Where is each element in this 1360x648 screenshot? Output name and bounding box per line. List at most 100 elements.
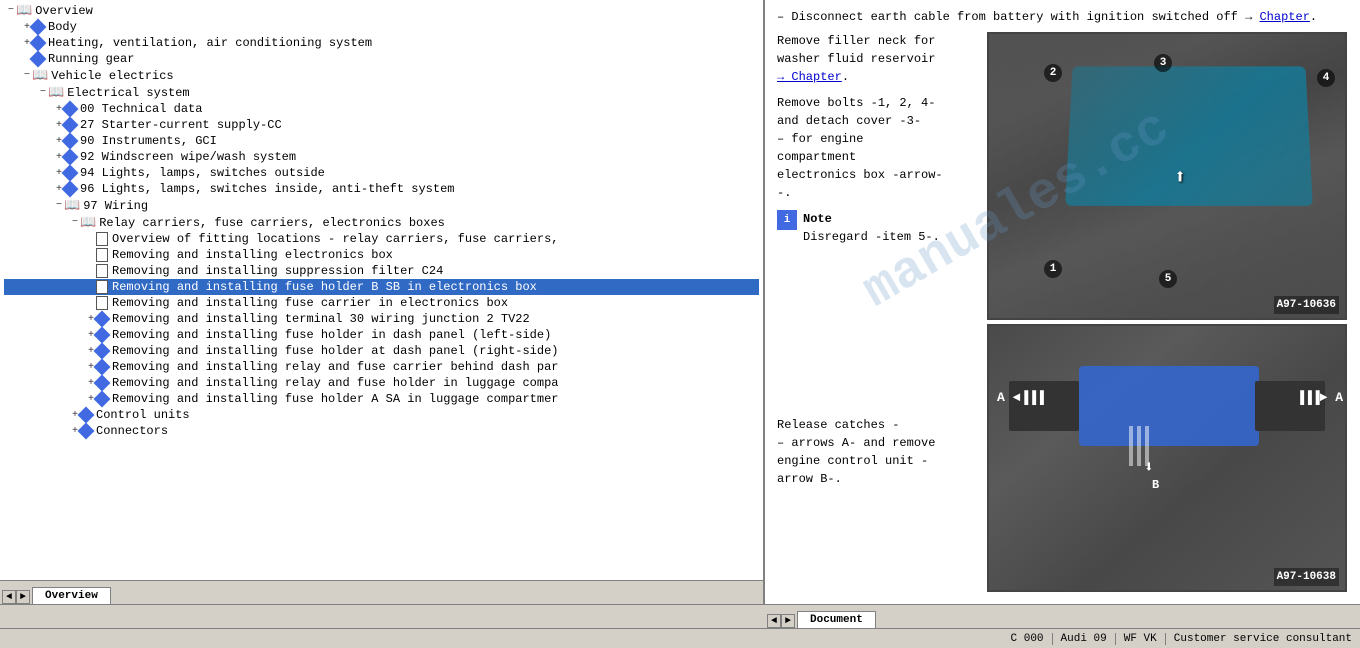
tree-label: Removing and installing electronics box xyxy=(112,248,393,262)
expand-icon xyxy=(88,250,94,261)
right-nav-left[interactable]: ◄ xyxy=(767,614,781,628)
step-release: Release catches -– arrows A- and removee… xyxy=(777,416,977,488)
tree-item-suppression-filter[interactable]: Removing and installing suppression filt… xyxy=(4,263,759,279)
tree-item-relay-behind-dash[interactable]: + Removing and installing relay and fuse… xyxy=(4,359,759,375)
tree-label: Running gear xyxy=(48,52,134,66)
tree-item-overview[interactable]: − 📖 Overview xyxy=(4,2,759,19)
content-images-row: Remove filler neck forwasher fluid reser… xyxy=(777,32,1348,592)
tree-label: Overview of fitting locations - relay ca… xyxy=(112,232,558,246)
expand-icon: − xyxy=(56,200,62,211)
step-filler-text: Remove filler neck forwasher fluid reser… xyxy=(777,34,935,66)
num-label-2: 2 xyxy=(1044,64,1062,82)
tree-item-terminal-30[interactable]: + Removing and installing terminal 30 wi… xyxy=(4,311,759,327)
tree-label: 92 Windscreen wipe/wash system xyxy=(80,150,296,164)
num-label-3: 3 xyxy=(1154,54,1172,72)
diamond-icon xyxy=(78,407,95,424)
diamond-icon xyxy=(94,359,111,376)
tree-item-relay-luggage[interactable]: + Removing and installing relay and fuse… xyxy=(4,375,759,391)
tree-item-electrical-system[interactable]: − 📖 Electrical system xyxy=(4,84,759,101)
tree-container[interactable]: − 📖 Overview + Body + Heating, ventilati… xyxy=(0,0,763,580)
book-icon: 📖 xyxy=(80,215,96,230)
tree-item-fuse-dash-right[interactable]: + Removing and installing fuse holder at… xyxy=(4,343,759,359)
tree-item-97[interactable]: − 📖 97 Wiring xyxy=(4,197,759,214)
step-release-text: Release catches -– arrows A- and removee… xyxy=(777,418,935,486)
tree-item-body[interactable]: + Body xyxy=(4,19,759,35)
line-v3 xyxy=(1145,426,1149,466)
tree-label: Removing and installing suppression filt… xyxy=(112,264,443,278)
blue-ecu xyxy=(1079,366,1259,446)
nav-right-arrow[interactable]: ► xyxy=(16,590,30,604)
tab-document[interactable]: Document xyxy=(797,611,876,628)
tree-label: 96 Lights, lamps, switches inside, anti-… xyxy=(80,182,454,196)
tree-item-remove-install-elec[interactable]: Removing and installing electronics box xyxy=(4,247,759,263)
tree-item-fuse-holder-b[interactable]: Removing and installing fuse holder B SB… xyxy=(4,279,759,295)
tree-item-90[interactable]: + 90 Instruments, GCI xyxy=(4,133,759,149)
doc-icon xyxy=(96,296,108,310)
chapter-link-2[interactable]: → Chapter xyxy=(777,70,842,84)
image-bottom: A ◄▐▐▐ ▐▐▐► A ⬇ B A97-10638 xyxy=(987,324,1347,592)
tree-label: 94 Lights, lamps, switches outside xyxy=(80,166,325,180)
tree-label: Control units xyxy=(96,408,190,422)
tree-item-fuse-dash-left[interactable]: + Removing and installing fuse holder in… xyxy=(4,327,759,343)
tree-label: 27 Starter-current supply-CC xyxy=(80,118,282,132)
image2-label: A97-10638 xyxy=(1274,568,1339,587)
nav-left-arrow[interactable]: ◄ xyxy=(2,590,16,604)
status-segment-3: Audi 09 xyxy=(1053,633,1116,645)
right-nav-arrows: ◄ ► xyxy=(765,614,797,628)
tree-item-00[interactable]: + 00 Technical data xyxy=(4,101,759,117)
diamond-icon xyxy=(62,101,79,118)
tree-item-94[interactable]: + 94 Lights, lamps, switches outside xyxy=(4,165,759,181)
tree-label: Removing and installing relay and fuse c… xyxy=(112,360,558,374)
tree-item-fuse-carrier[interactable]: Removing and installing fuse carrier in … xyxy=(4,295,759,311)
expand-icon: − xyxy=(24,70,30,81)
book-icon: 📖 xyxy=(64,198,80,213)
diamond-icon xyxy=(94,391,111,408)
tree-item-27[interactable]: + 27 Starter-current supply-CC xyxy=(4,117,759,133)
tree-label: Vehicle electrics xyxy=(51,69,173,83)
note-content: Note Disregard -item 5-. xyxy=(803,210,940,246)
step-disconnect-text: – Disconnect earth cable from battery wi… xyxy=(777,10,1252,24)
tree-item-running-gear[interactable]: Running gear xyxy=(4,51,759,67)
status-segment-4: WF VK xyxy=(1116,633,1166,645)
tree-label: Heating, ventilation, air conditioning s… xyxy=(48,36,372,50)
status-bar: C 000 Audi 09 WF VK Customer service con… xyxy=(0,628,1360,648)
tree-label: Removing and installing fuse holder in d… xyxy=(112,328,551,342)
content-area: – Disconnect earth cable from battery wi… xyxy=(777,8,1348,592)
arrow-up-icon: ⬆ xyxy=(1174,164,1186,194)
left-nav-arrows: ◄ ► xyxy=(0,590,32,604)
tree-item-overview-fitting[interactable]: Overview of fitting locations - relay ca… xyxy=(4,231,759,247)
tree-item-hvac[interactable]: + Heating, ventilation, air conditioning… xyxy=(4,35,759,51)
tab-overview[interactable]: Overview xyxy=(32,587,111,604)
note-block: i Note Disregard -item 5-. xyxy=(777,210,977,246)
right-panel: manuales.cc – Disconnect earth cable fro… xyxy=(765,0,1360,604)
diamond-icon xyxy=(62,149,79,166)
right-nav-right[interactable]: ► xyxy=(781,614,795,628)
image-top: 2 3 4 1 5 ⬆ A97-10636 xyxy=(987,32,1347,320)
tree-item-vehicle-electrics[interactable]: − 📖 Vehicle electrics xyxy=(4,67,759,84)
images-column: 2 3 4 1 5 ⬆ A97-10636 xyxy=(987,32,1347,592)
chapter-link-1[interactable]: Chapter xyxy=(1259,10,1309,24)
book-icon: 📖 xyxy=(32,68,48,83)
tree-item-fuse-holder-a[interactable]: + Removing and installing fuse holder A … xyxy=(4,391,759,407)
diamond-icon xyxy=(62,165,79,182)
tree-item-control-units[interactable]: + Control units xyxy=(4,407,759,423)
all-bottom-tabs: ◄ ► Document xyxy=(0,604,1360,628)
arrow-a-left: A ◄▐▐▐ xyxy=(997,388,1044,408)
tree-item-connectors[interactable]: + Connectors xyxy=(4,423,759,439)
status-segment-5: Customer service consultant xyxy=(1166,633,1360,645)
tree-item-92[interactable]: + 92 Windscreen wipe/wash system xyxy=(4,149,759,165)
doc-icon xyxy=(96,264,108,278)
doc-icon xyxy=(96,248,108,262)
step-disconnect: – Disconnect earth cable from battery wi… xyxy=(777,8,1348,26)
status-segment-2: C 000 xyxy=(1003,633,1053,645)
expand-icon xyxy=(88,282,94,293)
tree-label: Removing and installing fuse holder B SB… xyxy=(112,280,537,294)
tree-item-96[interactable]: + 96 Lights, lamps, switches inside, ant… xyxy=(4,181,759,197)
step-bolts: Remove bolts -1, 2, 4-and detach cover -… xyxy=(777,94,977,202)
tree-item-relay-carriers[interactable]: − 📖 Relay carriers, fuse carriers, elect… xyxy=(4,214,759,231)
diamond-icon xyxy=(62,117,79,134)
line-v2 xyxy=(1137,426,1141,466)
b-label: B xyxy=(1152,476,1159,494)
tree-label: Electrical system xyxy=(67,86,189,100)
tree-label: Overview xyxy=(35,4,93,18)
